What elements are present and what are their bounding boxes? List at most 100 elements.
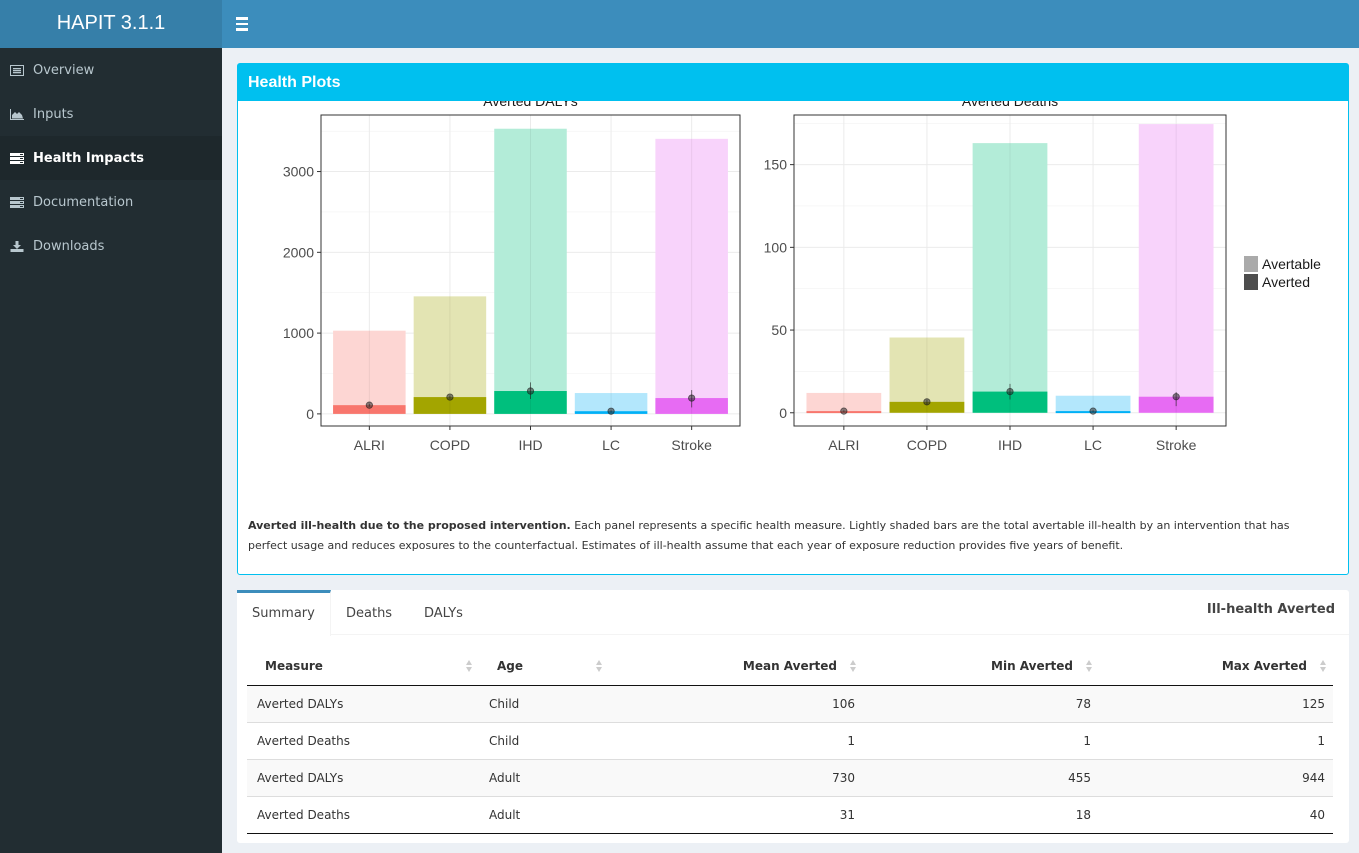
cell-min: 455 [863,758,1099,796]
caption-bold: Averted ill-health due to the proposed i… [248,519,571,532]
legend-key-avertable [1244,256,1258,272]
cell-measure: Averted DALYs [247,684,479,722]
x-tick-label: LC [1084,437,1102,453]
sidebar-item-health-impacts[interactable]: Health Impacts [0,136,222,180]
download-icon [10,240,24,252]
cell-max: 1 [1099,721,1333,759]
health-plots-chart: 0100020003000ALRI COPD IHD LC StrokeAverted … [283,101,1321,453]
sidebar-item-overview[interactable]: Overview [0,48,222,92]
sidebar-item-label: Inputs [33,106,74,122]
y-tick-label: 100 [764,239,788,255]
tab-bar: Summary Deaths DALYs Ill-health Averted [237,590,1349,636]
main-content: Health Plots 0 1000 2000 3000 ALRI COPD IHD LC S… [222,48,1359,853]
table-row: Averted Deaths Child 1 1 1 [247,721,1333,759]
cell-mean: 31 [609,795,863,834]
x-tick-label: ALRI [354,437,385,453]
cell-measure: Averted DALYs [247,758,479,796]
cell-mean: 1 [609,721,863,759]
y-tick-label: 3000 [283,164,314,180]
table-row: Averted Deaths Adult 31 18 40 [247,795,1333,834]
y-tick-label: 50 [771,322,787,338]
x-tick-label: Stroke [671,437,712,453]
x-tick-label: LC [602,437,620,453]
error-point-ihd [526,387,535,395]
sidebar-item-label: Overview [33,62,95,78]
cell-mean: 730 [609,758,863,796]
x-tick-label: ALRI [828,437,859,453]
x-tick-label: Stroke [1156,437,1197,453]
y-tick-label: 0 [306,406,314,422]
tab-box-title: Ill-health Averted [1206,602,1335,617]
tab-box: Summary Deaths DALYs Ill-health Averted … [237,590,1349,843]
error-point-copd [446,393,454,401]
column-header-min-averted[interactable]: Min Averted [863,647,1099,686]
sidebar: Overview Inputs Health Impacts Documenta… [0,48,222,853]
cell-mean: 106 [609,684,863,722]
sort-icon[interactable] [850,660,857,672]
error-point-copd [923,398,931,406]
tab-summary[interactable]: Summary [237,590,331,636]
sidebar-item-label: Health Impacts [33,150,145,166]
chart-title: Averted DALYs [483,101,577,109]
chart-panel-0: 0 1000 2000 3000 ALRI COPD IHD LC Stroke Averted … [283,101,741,453]
y-tick-label: 1000 [283,325,314,341]
cell-max: 944 [1099,758,1333,796]
error-point-stroke [1172,393,1180,401]
cell-max: 125 [1099,684,1333,722]
error-point-stroke [688,394,696,402]
plot-caption: Averted ill-health due to the proposed i… [248,516,1328,556]
error-point-lc [607,407,615,415]
tab-deaths[interactable]: Deaths [331,590,407,635]
table-row: Averted DALYs Child 106 78 125 [247,684,1333,722]
column-header-mean-averted[interactable]: Mean Averted [609,647,863,686]
list-alt-icon [10,64,24,76]
cell-min: 78 [863,684,1099,722]
app-logo[interactable]: HAPIT 3.1.1 [0,0,222,48]
table-header-row: Measure Age Mean Averted Min Averted Max… [247,647,1333,686]
tab-dalys[interactable]: DALYs [409,590,478,635]
x-tick-label: IHD [518,437,542,453]
tasks-icon [10,152,24,164]
chart-title: Averted Deaths [962,101,1058,109]
error-point-alri [365,401,373,409]
legend-label: Avertable [1262,256,1321,272]
health-plots-box: Health Plots 0 1000 2000 3000 ALRI COPD IHD LC S… [237,63,1349,575]
cell-age: Child [479,721,609,759]
y-tick-label: 150 [764,157,788,173]
box-title: Health Plots [238,64,1348,101]
sort-icon[interactable] [1320,660,1327,672]
chart-panel-1: 0 50 100 150 ALRI COPD IHD LC Stroke Averted Deat… [764,101,1227,453]
top-navbar: HAPIT 3.1.1 [0,0,1359,48]
sidebar-item-documentation[interactable]: Documentation [0,180,222,224]
legend-key-averted [1244,274,1258,290]
error-point-lc [1089,407,1097,415]
cell-age: Adult [479,795,609,834]
sidebar-item-label: Downloads [33,238,105,254]
x-tick-label: IHD [998,437,1022,453]
sort-icon[interactable] [1086,660,1093,672]
y-tick-label: 0 [779,405,787,421]
sidebar-toggle-icon[interactable] [234,14,252,34]
cell-max: 40 [1099,795,1333,834]
cell-measure: Averted Deaths [247,795,479,834]
sidebar-item-downloads[interactable]: Downloads [0,224,222,268]
sort-icon[interactable] [466,660,473,672]
column-header-age[interactable]: Age [479,647,609,686]
table-row: Averted DALYs Adult 730 455 944 [247,758,1333,796]
column-header-measure[interactable]: Measure [247,647,479,686]
tasks-icon [10,196,24,208]
x-tick-label: COPD [907,437,947,453]
sidebar-item-label: Documentation [33,194,134,210]
cell-measure: Averted Deaths [247,721,479,759]
chart-legend: Avertable Averted [1244,256,1321,290]
column-header-max-averted[interactable]: Max Averted [1099,647,1333,686]
cell-age: Adult [479,758,609,796]
sidebar-item-inputs[interactable]: Inputs [0,92,222,136]
x-tick-label: COPD [430,437,470,453]
cell-min: 1 [863,721,1099,759]
sort-icon[interactable] [596,660,603,672]
summary-table: Measure Age Mean Averted Min Averted Max… [247,647,1333,834]
error-point-ihd [1006,387,1014,396]
legend-label: Averted [1262,274,1310,290]
y-tick-label: 2000 [283,244,314,260]
